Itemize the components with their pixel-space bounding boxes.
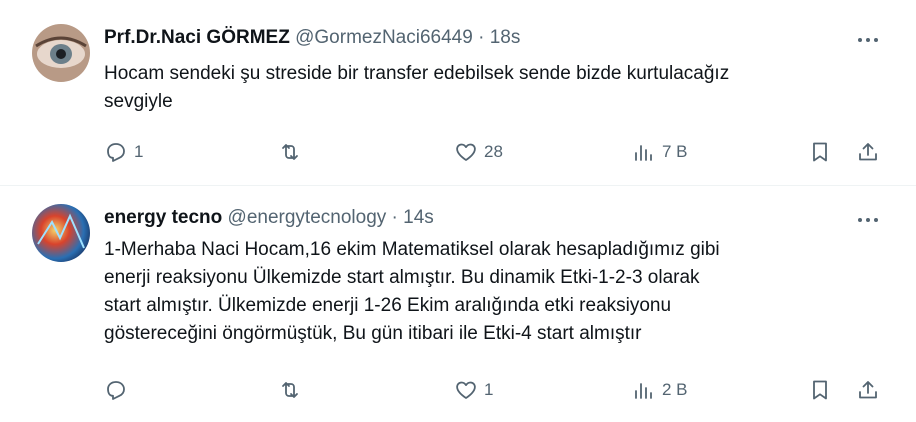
more-options-button[interactable]	[854, 208, 882, 232]
reply-count: 1	[134, 142, 144, 161]
reply-button[interactable]	[104, 375, 134, 405]
reply-button[interactable]: 1	[104, 137, 143, 167]
views-button[interactable]: 2 B	[632, 375, 688, 405]
action-bar: 1 2 B	[104, 375, 882, 405]
tweet-text-line: Hocam sendeki şu streside bir transfer e…	[104, 63, 730, 84]
tweet-text: Hocam sendeki şu streside bir transfer e…	[104, 60, 894, 116]
avatar[interactable]	[32, 24, 90, 82]
tweet[interactable]: Prf.Dr.Naci GÖRMEZ @GormezNaci66449 · 18…	[0, 0, 916, 186]
heart-icon	[456, 143, 476, 161]
retweet-icon	[282, 144, 298, 160]
bookmark-button[interactable]	[808, 375, 832, 405]
tweet-header: energy tecno @energytecnology · 14s	[104, 206, 434, 230]
separator-dot: ·	[478, 27, 485, 48]
more-options-button[interactable]	[854, 28, 882, 52]
retweet-icon	[282, 382, 298, 398]
like-button[interactable]: 1	[454, 375, 493, 405]
tweet-header: Prf.Dr.Naci GÖRMEZ @GormezNaci66449 · 18…	[104, 26, 520, 50]
author-name[interactable]: energy tecno	[104, 207, 222, 228]
timestamp[interactable]: 14s	[403, 207, 434, 228]
views-icon	[635, 383, 652, 399]
tweet-text-line: 1-Merhaba Naci Hocam,16 ekim Matematikse…	[104, 239, 720, 260]
like-button[interactable]: 28	[454, 137, 503, 167]
views-count: 2 B	[662, 380, 688, 399]
author-handle[interactable]: @energytecnology	[228, 207, 387, 228]
like-count: 28	[484, 142, 503, 161]
bookmark-icon	[813, 142, 827, 162]
views-icon	[635, 145, 652, 161]
tweet-text-line: sevgiyle	[104, 91, 173, 112]
more-horizontal-icon	[858, 218, 878, 222]
bookmark-button[interactable]	[808, 137, 832, 167]
views-button[interactable]: 7 B	[632, 137, 688, 167]
timestamp[interactable]: 18s	[490, 27, 521, 48]
share-button[interactable]	[856, 375, 880, 405]
retweet-button[interactable]	[278, 137, 308, 167]
tweet-text-line: enerji reaksiyonu Ülkemizde start almışt…	[104, 267, 700, 288]
tweet-text-line: start almıştır. Ülkemizde enerji 1-26 Ek…	[104, 295, 672, 316]
tweet-text: 1-Merhaba Naci Hocam,16 ekim Matematikse…	[104, 236, 894, 348]
bookmark-icon	[813, 380, 827, 400]
retweet-button[interactable]	[278, 375, 308, 405]
separator-dot: ·	[391, 207, 398, 228]
author-name[interactable]: Prf.Dr.Naci GÖRMEZ	[104, 27, 290, 48]
views-count: 7 B	[662, 142, 688, 161]
share-button[interactable]	[856, 137, 880, 167]
tweet[interactable]: energy tecno @energytecnology · 14s 1-Me…	[0, 186, 916, 422]
reply-icon	[107, 143, 125, 162]
avatar[interactable]	[32, 204, 90, 262]
heart-icon	[456, 381, 476, 399]
author-handle[interactable]: @GormezNaci66449	[295, 27, 473, 48]
like-count: 1	[484, 380, 494, 399]
reply-icon	[107, 381, 125, 400]
tweet-text-line: göstereceğini öngörmüştük, Bu gün itibar…	[104, 323, 642, 344]
action-bar: 1 28 7 B	[104, 137, 882, 167]
share-icon	[859, 143, 877, 161]
share-icon	[859, 381, 877, 399]
more-horizontal-icon	[858, 38, 878, 42]
